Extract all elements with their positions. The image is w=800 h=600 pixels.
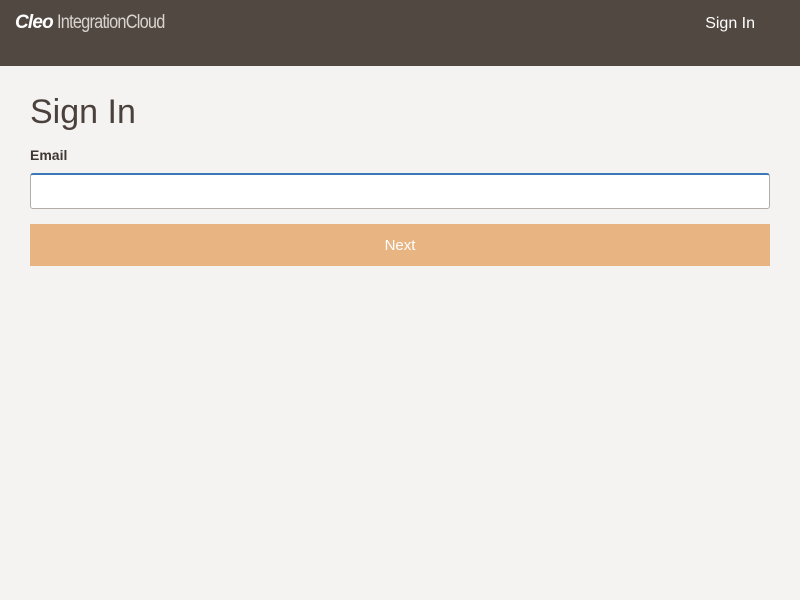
- logo-brand-text: Cleo: [15, 12, 54, 33]
- email-label: Email: [30, 147, 68, 163]
- page-title: Sign In: [30, 93, 136, 131]
- top-navbar: Cleo IntegrationCloud Sign In: [0, 0, 800, 66]
- logo-product-text: IntegrationCloud: [56, 12, 165, 33]
- next-button[interactable]: Next: [30, 224, 770, 266]
- cleo-logo: Cleo IntegrationCloud: [15, 12, 182, 38]
- nav-sign-in-link[interactable]: Sign In: [705, 14, 755, 34]
- sign-in-form: Sign In Email Next: [30, 88, 770, 266]
- email-input[interactable]: [30, 173, 770, 209]
